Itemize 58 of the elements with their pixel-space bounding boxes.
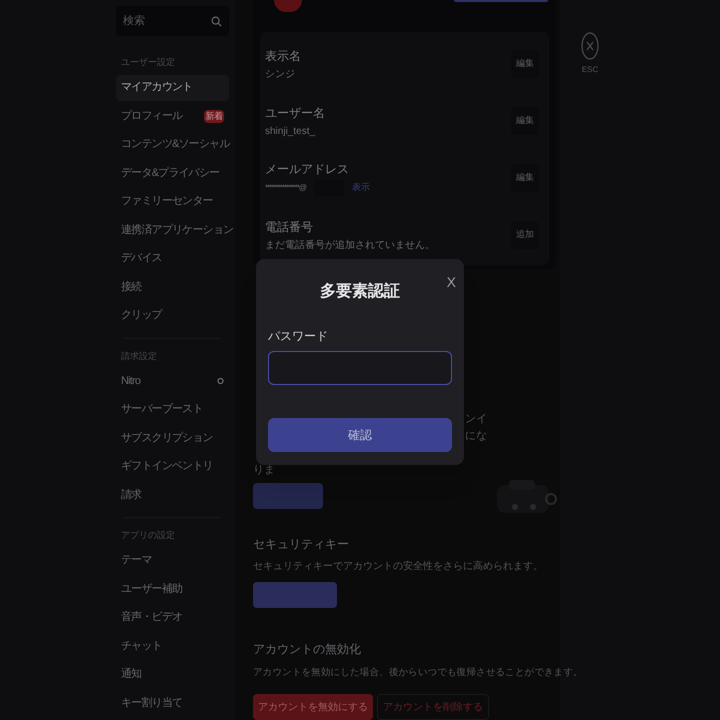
section-description: セキュリティキーでアカウントの安全性をさらに高められます。	[253, 560, 543, 574]
sidebar-item[interactable]: データ&プライバシー	[116, 160, 229, 186]
field-value: まだ電話番号が追加されていません。	[265, 238, 435, 252]
esc-label: ESC	[582, 64, 598, 76]
register-key-button[interactable]	[253, 582, 337, 608]
text-fragment: りま	[253, 463, 275, 478]
section-title: アカウントの無効化	[253, 640, 362, 658]
sidebar-item[interactable]: キー割り当て	[116, 690, 229, 716]
sidebar-item[interactable]: サーバーブースト	[116, 396, 229, 422]
section-description: アカウントを無効にした場合、後からいつでも復帰させることができます。	[253, 666, 583, 680]
edit-button[interactable]: 編集	[511, 50, 539, 78]
close-button[interactable]: X	[446, 273, 456, 291]
action-button[interactable]	[253, 483, 323, 510]
search-icon	[211, 16, 222, 26]
edit-button[interactable]: 編集	[511, 164, 539, 192]
edit-button[interactable]: 編集	[511, 107, 539, 135]
sidebar-item[interactable]: マイアカウント	[116, 74, 229, 100]
sidebar-item[interactable]: 音声・ビデオ	[116, 604, 229, 630]
sidebar-item[interactable]: チャット	[116, 633, 229, 659]
sidebar-item[interactable]: Nitro	[116, 368, 229, 394]
section-header: アプリの設定	[120, 529, 176, 542]
section-title: セキュリティキー	[253, 536, 350, 553]
section-header: ユーザー設定	[120, 56, 176, 70]
sidebar-item[interactable]: 通知	[116, 662, 229, 688]
search-placeholder: 検索	[123, 14, 145, 29]
sidebar-item[interactable]: テーマ	[116, 548, 229, 574]
field-label: ユーザー名	[265, 104, 325, 122]
sidebar-item[interactable]: コンテンツ&ソーシャル	[116, 132, 229, 158]
sidebar-item[interactable]: ギフトインベントリ	[116, 454, 229, 480]
password-field[interactable]	[268, 351, 452, 385]
deactivate-button[interactable]: アカウントを無効にする	[253, 694, 373, 720]
sidebar-item[interactable]: プロフィール 新着	[116, 103, 229, 129]
edit-button[interactable]: 追加	[511, 221, 539, 249]
field-value: ****************@	[265, 182, 306, 194]
field-label: パスワード	[268, 328, 329, 345]
sidebar-item[interactable]: サブスクリプション	[116, 425, 229, 451]
field-value: シンジ	[265, 68, 295, 82]
sidebar-item[interactable]: ファミリーセンター	[116, 188, 229, 214]
text-fragment: にな	[465, 429, 487, 444]
sidebar-item[interactable]: クリップ	[116, 302, 229, 328]
modal-title: 多要素認証	[320, 281, 400, 302]
field-value: shinji_test_	[265, 124, 316, 138]
sidebar-item[interactable]: ユーザー補助	[116, 576, 229, 602]
search-field[interactable]: 検索	[116, 6, 229, 36]
close-icon[interactable]	[581, 32, 599, 60]
field-label: メールアドレス	[265, 161, 350, 178]
sidebar-item[interactable]: 請求	[116, 482, 229, 508]
reveal-link[interactable]: 表示	[352, 181, 370, 195]
field-label: 表示名	[265, 48, 301, 64]
sidebar-item[interactable]: 接続	[116, 274, 229, 300]
section-header: 請求設定	[120, 350, 158, 363]
text-fragment: ンイ	[465, 412, 487, 428]
delete-button[interactable]: アカウントを削除する	[377, 694, 489, 720]
new-badge: 新着	[204, 110, 224, 122]
field-label: 電話番号	[265, 218, 314, 236]
confirm-button[interactable]: 確認	[268, 418, 452, 452]
avatar	[274, 0, 302, 12]
sidebar-item[interactable]: デバイス	[116, 246, 229, 272]
